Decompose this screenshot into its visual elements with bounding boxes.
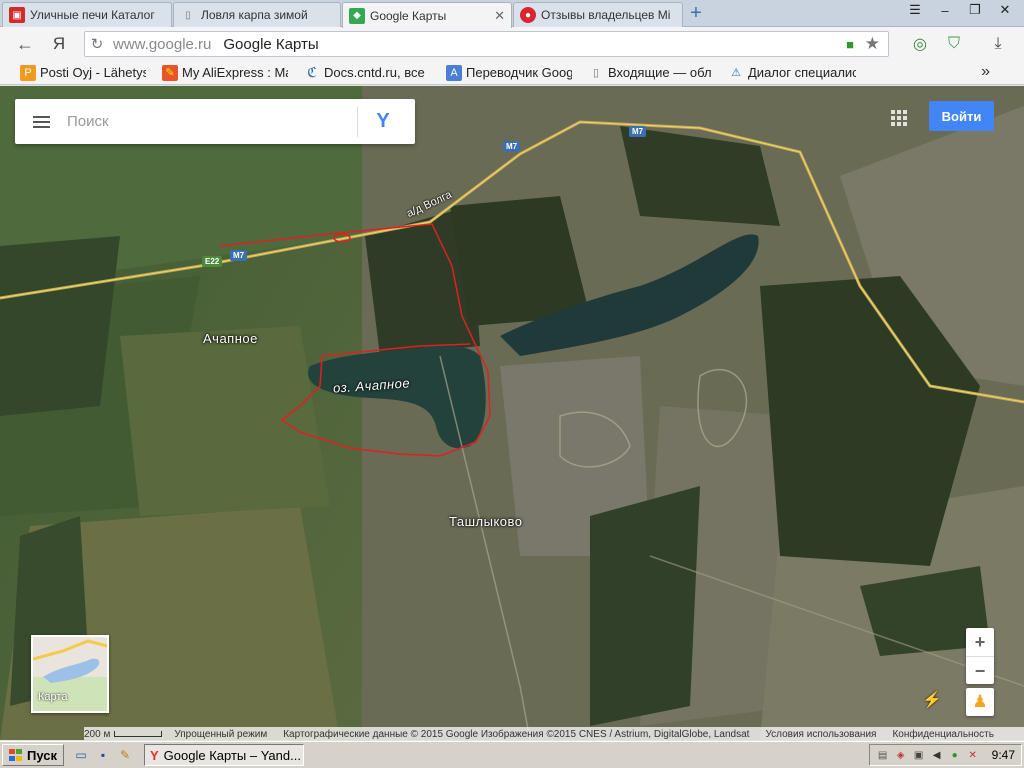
satellite-map[interactable]: а/д Волга M7 M7 M7 E22 Ачапное оз. Ачапн… <box>0 86 1024 740</box>
close-icon[interactable]: ✕ <box>494 8 505 24</box>
posti-icon: P <box>20 64 36 81</box>
satellite-imagery <box>0 86 1024 740</box>
map-footer: 200 м Упрощенный режим Картографические … <box>84 727 1024 740</box>
start-label: Пуск <box>27 747 57 763</box>
navigation-bar: ← Я ↻ www.google.ru Google Карты ■ ★ ◎ ⛉… <box>0 27 1024 61</box>
address-bar[interactable]: ↻ www.google.ru Google Карты ■ ★ <box>84 31 889 57</box>
page-icon: ▯ <box>592 67 600 79</box>
bookmarks-more-button[interactable]: » <box>981 63 990 81</box>
tab-title: Ловля карпа зимой <box>201 8 308 22</box>
taskbar-item-label: Google Карты – Yand... <box>163 747 301 763</box>
reload-icon[interactable]: ↻ <box>85 35 109 53</box>
hamburger-menu-icon[interactable] <box>15 115 67 128</box>
bookmark-posti[interactable]: P Posti Oyj - Lähetys <box>20 64 146 81</box>
tab-strip: ▣ Уличные печи Каталог ▯ Ловля карпа зим… <box>0 0 1024 28</box>
window-controls: ☰ – ❐ ✕ <box>902 1 1018 19</box>
bookmarks-bar: P Posti Oyj - Lähetys ✎ My AliExpress : … <box>0 61 1024 85</box>
lock-icon[interactable]: ■ <box>846 37 854 52</box>
notepad-icon[interactable]: ✎ <box>116 746 134 764</box>
tab-title: Google Карты <box>370 8 447 23</box>
minimize-button[interactable]: – <box>932 1 958 19</box>
aliexpress-icon: ✎ <box>162 64 178 81</box>
restore-button[interactable]: ❐ <box>962 1 988 19</box>
yandex-browser-icon: Y <box>150 747 159 763</box>
m7-shield: M7 <box>503 141 521 152</box>
review-icon: ● <box>520 7 536 23</box>
clock: 9:47 <box>991 748 1015 762</box>
docs-icon: ℭ <box>307 64 317 81</box>
place-label-achapnoe: Ачапное <box>203 331 258 346</box>
m7-shield: M7 <box>230 250 248 261</box>
zoom-in-button[interactable]: + <box>966 628 994 656</box>
bookmark-label: Docs.cntd.ru, все <box>324 65 425 80</box>
page-icon: ▯ <box>185 9 191 21</box>
lite-mode-link[interactable]: Упрощенный режим <box>174 729 267 740</box>
search-extension-icon[interactable]: ◎ <box>909 33 931 55</box>
zoom-out-button[interactable]: − <box>966 657 994 685</box>
system-tray: ▤ ◈ ▣ ◀ ● ✕ 9:47 <box>868 744 1022 766</box>
quick-launch: ▭ ▪ ✎ <box>72 746 134 764</box>
tab-title: Отзывы владельцев Мі <box>541 8 671 22</box>
network-icon[interactable]: ▤ <box>876 748 890 762</box>
apps-grid-icon[interactable] <box>891 110 907 126</box>
start-button[interactable]: Пуск <box>2 744 64 766</box>
yandex-logo-icon[interactable]: Я <box>48 34 70 54</box>
menu-icon[interactable]: ☰ <box>902 1 928 19</box>
tab-owner-reviews[interactable]: ● Отзывы владельцев Мі <box>513 2 683 27</box>
bookmark-dialog[interactable]: ⚠ Диалог специалис <box>728 65 856 81</box>
bag-icon: ▣ <box>9 7 25 23</box>
windows-logo-icon <box>9 749 23 761</box>
url-host: www.google.ru <box>113 35 212 53</box>
volume-icon[interactable]: ◀ <box>930 748 944 762</box>
desktop-icon[interactable]: ▭ <box>72 746 90 764</box>
save-icon[interactable]: ▪ <box>94 746 112 764</box>
bookmark-docs[interactable]: ℭ Docs.cntd.ru, все <box>304 65 430 81</box>
taskbar-item-browser[interactable]: Y Google Карты – Yand... <box>144 744 304 766</box>
directions-icon[interactable]: Y <box>358 99 408 144</box>
map-type-toggle[interactable]: Карта <box>31 635 109 713</box>
lightning-icon[interactable]: ⚡ <box>922 690 942 710</box>
e22-shield: E22 <box>202 256 223 267</box>
google-maps-icon: ◆ <box>349 7 365 24</box>
search-input[interactable] <box>67 101 357 142</box>
tab-title: Уличные печи Каталог <box>30 8 155 22</box>
m7-shield: M7 <box>629 126 647 137</box>
windows-taskbar: Пуск ▭ ▪ ✎ Y Google Карты – Yand... ▤ ◈ … <box>0 741 1024 768</box>
download-icon[interactable]: ⤓ <box>987 33 1009 55</box>
shield-icon[interactable]: ⛉ <box>943 33 965 55</box>
privacy-link[interactable]: Конфиденциальность <box>892 729 993 740</box>
url-page-title: Google Карты <box>223 35 319 53</box>
signin-button[interactable]: Войти <box>929 101 994 131</box>
zoom-control: + − <box>966 628 994 684</box>
display-icon[interactable]: ▣ <box>912 748 926 762</box>
dialog-icon: ⚠ <box>731 67 741 79</box>
antivirus-icon[interactable]: ◈ <box>894 748 908 762</box>
pegman-icon[interactable]: ♟ <box>966 688 994 716</box>
bookmark-label: Posti Oyj - Lähetys <box>40 65 146 80</box>
tab-google-maps[interactable]: ◆ Google Карты ✕ <box>342 2 512 28</box>
tray-tool-icon[interactable]: ✕ <box>966 748 980 762</box>
terms-link[interactable]: Условия использования <box>765 729 876 740</box>
tab-street-stoves[interactable]: ▣ Уличные печи Каталог <box>2 2 172 27</box>
scale-bar <box>114 731 163 737</box>
bookmark-label: Диалог специалис <box>748 65 856 80</box>
bookmark-label: My AliExpress : Ma <box>182 65 288 80</box>
close-window-button[interactable]: ✕ <box>992 1 1018 19</box>
bookmark-translate[interactable]: A Переводчик Googl <box>446 64 572 81</box>
minimap-label: Карта <box>38 691 68 703</box>
bookmark-label: Входящие — обле <box>608 65 712 80</box>
attribution-text: Картографические данные © 2015 Google Из… <box>283 728 750 740</box>
bookmark-aliexpress[interactable]: ✎ My AliExpress : Ma <box>162 64 288 81</box>
new-tab-button[interactable]: + <box>686 3 706 24</box>
tab-carp-fishing[interactable]: ▯ Ловля карпа зимой <box>173 2 341 27</box>
tray-app-icon[interactable]: ● <box>948 748 962 762</box>
bookmark-star-icon[interactable]: ★ <box>865 34 880 54</box>
map-search-box: Y <box>15 99 415 144</box>
bookmark-inbox[interactable]: ▯ Входящие — обле <box>588 65 712 81</box>
bookmark-label: Переводчик Googl <box>466 65 572 80</box>
place-label-tashlykovo: Ташлыково <box>449 514 523 529</box>
translate-icon: A <box>446 64 462 81</box>
scale-label: 200 м <box>84 728 111 740</box>
back-arrow-icon[interactable]: ← <box>14 34 36 54</box>
